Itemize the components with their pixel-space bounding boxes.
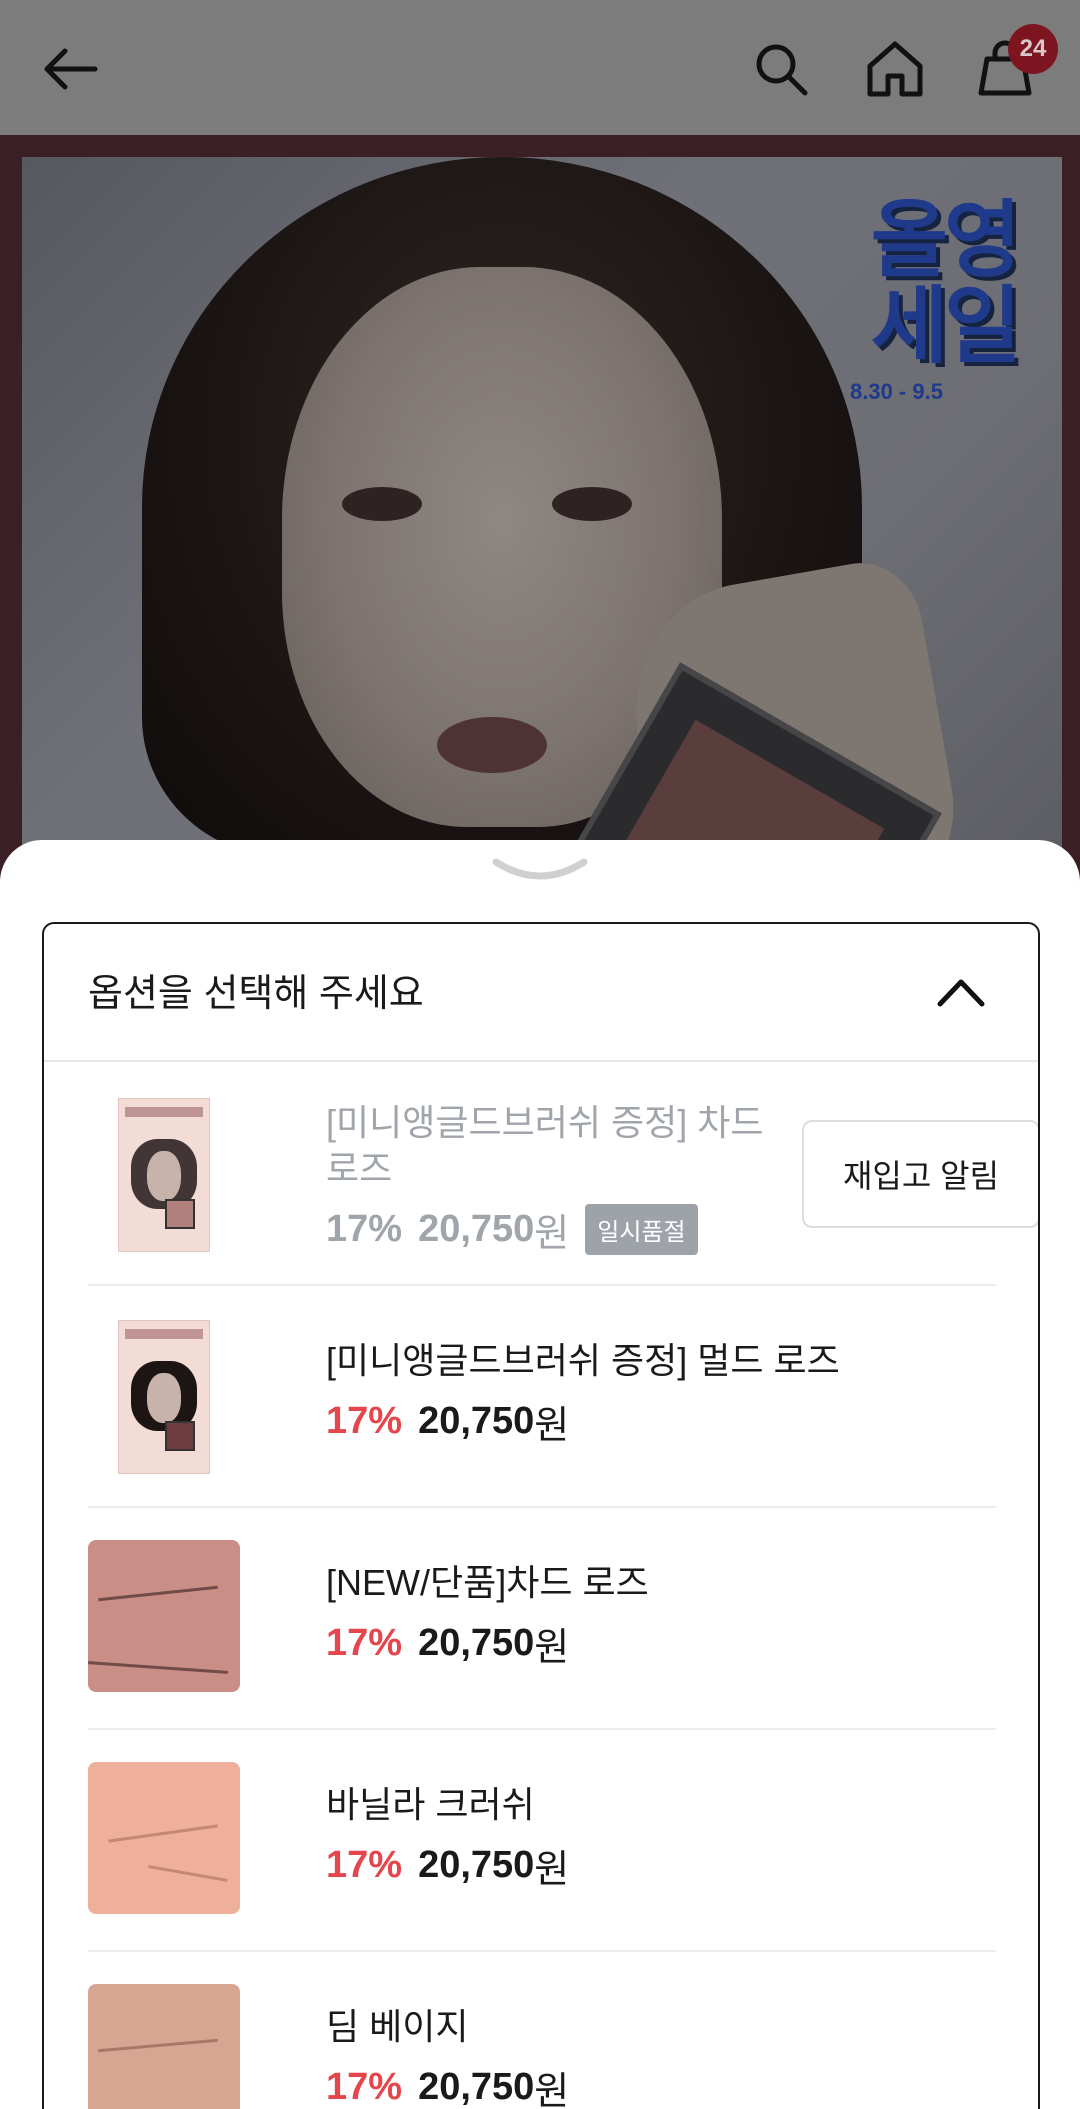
- color-swatch: [88, 1540, 240, 1692]
- swatch-texture: [88, 1661, 228, 1674]
- price: 20,750: [418, 1844, 535, 1886]
- thumbnail-label: [125, 1329, 203, 1339]
- sold-out-badge: 일시품절: [585, 1204, 698, 1255]
- discount-rate: 17%: [326, 1844, 403, 1886]
- search-icon[interactable]: [742, 30, 820, 108]
- top-app-bar: [0, 0, 1080, 135]
- model-eye-left: [342, 487, 422, 521]
- option-name: 딤 베이지: [326, 2006, 469, 2047]
- option-item[interactable]: [미니앵글드브러쉬 증정] 멀드 로즈 17% 20,750 원: [88, 1284, 996, 1508]
- currency: 원: [534, 1627, 570, 1669]
- currency: 원: [534, 1849, 570, 1891]
- price: 20,750: [418, 2066, 535, 2108]
- option-item[interactable]: [NEW/단품]차드 로즈 17% 20,750 원: [88, 1506, 996, 1730]
- option-price-row: 17% 20,750 원: [326, 1838, 569, 1893]
- currency: 원: [534, 1405, 570, 1447]
- option-price-row: 17% 20,750 원 일시품절: [326, 1202, 698, 1257]
- swatch-texture: [108, 1824, 218, 1843]
- cart-count-badge: 24: [1008, 24, 1058, 74]
- color-swatch: [88, 1984, 240, 2109]
- option-name: [NEW/단품]차드 로즈: [326, 1562, 649, 1603]
- option-name: [미니앵글드브러쉬 증정] 멀드 로즈: [326, 1340, 840, 1381]
- option-price-row: 17% 20,750 원: [326, 2060, 569, 2109]
- discount-rate: 17%: [326, 1400, 403, 1442]
- chevron-up-icon[interactable]: [934, 966, 988, 1020]
- option-name: [미니앵글드브러쉬 증정] 차드 로즈: [326, 1102, 764, 1189]
- price: 20,750: [418, 1400, 535, 1442]
- option-name: 바닐라 크러쉬: [326, 1784, 535, 1825]
- currency: 원: [534, 2071, 570, 2109]
- model-lips: [437, 717, 547, 773]
- thumbnail-face: [147, 1373, 181, 1423]
- sale-logo-line1: 올영: [870, 191, 1022, 289]
- thumbnail-face: [147, 1151, 181, 1201]
- color-swatch: [88, 1762, 240, 1914]
- thumbnail-chip: [165, 1421, 195, 1451]
- swatch-texture: [98, 1585, 218, 1602]
- sale-dates: 8.30 - 9.5: [850, 379, 943, 404]
- back-arrow-icon[interactable]: [32, 30, 110, 108]
- home-icon[interactable]: [856, 30, 934, 108]
- option-select-list: 옵션을 선택해 주세요 [미니앵글드브러쉬 증정] 차드 로즈 17% 20,7…: [42, 922, 1040, 2109]
- swatch-texture: [148, 1865, 228, 1882]
- product-thumbnail: [118, 1098, 210, 1252]
- thumbnail-chip: [165, 1199, 195, 1229]
- thumbnail-label: [125, 1107, 203, 1117]
- option-item[interactable]: 딤 베이지 17% 20,750 원: [88, 1950, 996, 2109]
- option-price-row: 17% 20,750 원: [326, 1616, 569, 1671]
- discount-rate: 17%: [326, 1208, 403, 1250]
- discount-rate: 17%: [326, 1622, 403, 1664]
- discount-rate: 17%: [326, 2066, 403, 2108]
- sheet-handle-chevron-icon[interactable]: [492, 856, 588, 886]
- restock-alert-button[interactable]: 재입고 알림: [802, 1120, 1038, 1228]
- product-thumbnail: [118, 1320, 210, 1474]
- currency: 원: [534, 1213, 570, 1255]
- product-hero-image: 올영 세일 8.30 - 9.5 +: [0, 135, 1080, 875]
- price: 20,750: [418, 1622, 535, 1664]
- option-select-header[interactable]: 옵션을 선택해 주세요: [44, 924, 1038, 1062]
- option-item[interactable]: 바닐라 크러쉬 17% 20,750 원: [88, 1728, 996, 1952]
- option-select-title: 옵션을 선택해 주세요: [88, 973, 424, 1015]
- option-item[interactable]: [미니앵글드브러쉬 증정] 차드 로즈 17% 20,750 원 일시품절 재입…: [88, 1062, 1038, 1286]
- swatch-texture: [98, 2038, 218, 2053]
- price: 20,750: [418, 1208, 535, 1250]
- sale-logo-line2: 세일: [870, 277, 1022, 375]
- sale-logo: 올영 세일: [844, 197, 1044, 369]
- model-photo: 올영 세일 8.30 - 9.5: [22, 157, 1062, 875]
- option-price-row: 17% 20,750 원: [326, 1394, 569, 1449]
- option-bottom-sheet: 옵션을 선택해 주세요 [미니앵글드브러쉬 증정] 차드 로즈 17% 20,7…: [0, 840, 1080, 2109]
- model-eye-right: [552, 487, 632, 521]
